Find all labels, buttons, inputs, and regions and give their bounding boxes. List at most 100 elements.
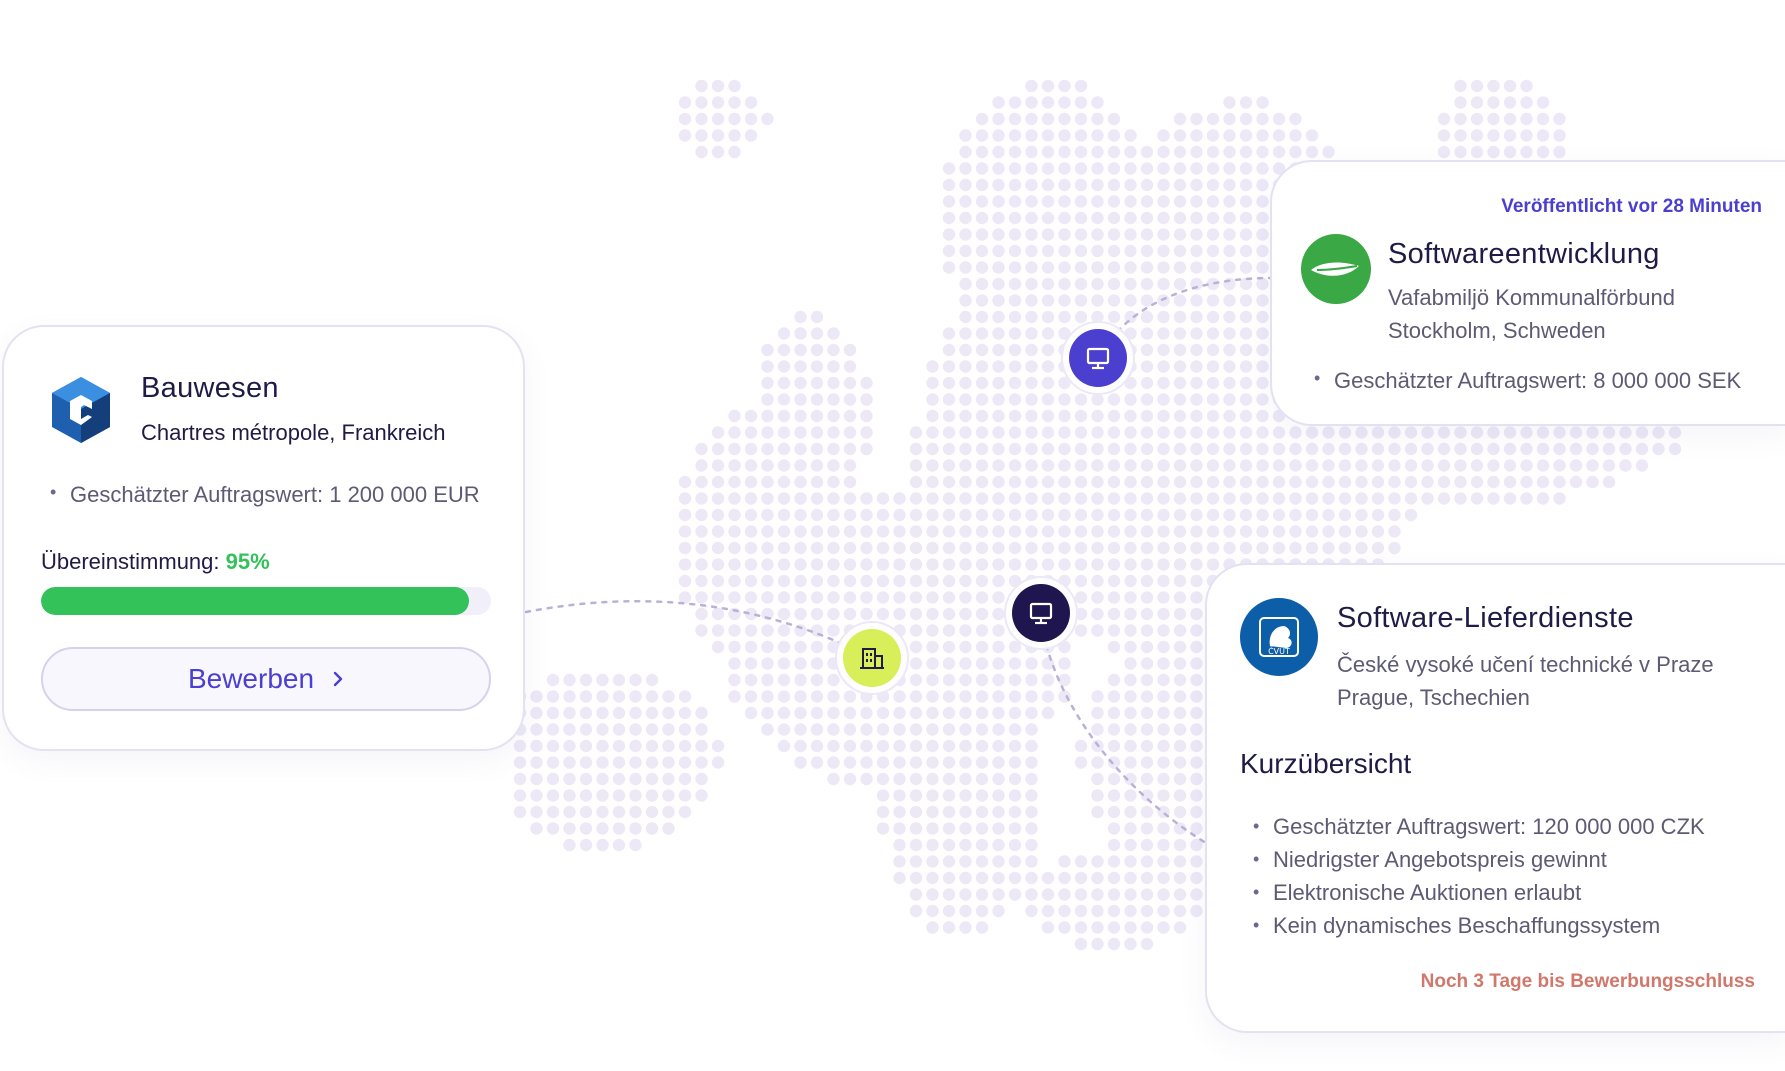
apply-button[interactable]: Bewerben [41,647,491,711]
map-dot [695,789,708,802]
tender-card-softwareentwicklung[interactable]: Veröffentlicht vor 28 Minuten Softwareen… [1270,160,1785,426]
map-dot [1107,706,1121,720]
map-dot [926,508,939,522]
map-dot [1025,888,1038,901]
map-dot [1008,723,1022,736]
tender-card-software-lieferdienste[interactable]: ČVUT Software-Lieferdienste České vysoké… [1205,563,1785,1033]
map-dot [909,525,923,538]
map-dot [1091,145,1104,159]
map-dot [1602,475,1616,489]
map-dot [959,772,972,786]
map-dot [1322,508,1335,522]
map-dot [1437,492,1451,505]
map-dot [1223,261,1236,274]
map-dot [860,591,873,604]
map-dot [1173,145,1187,159]
map-dot [909,888,923,901]
map-dot [1008,541,1022,555]
map-dot [1206,475,1220,489]
map-dot [876,558,890,571]
map-dot [1157,294,1170,307]
map-dot [942,426,956,439]
map-dot [992,277,1005,291]
map-dot [794,525,807,538]
map-dot [1239,244,1253,258]
map-dot [1470,129,1484,142]
map-dot [1157,673,1170,687]
tender-card-bauwesen[interactable]: Bauwesen Chartres métropole, Frankreich … [2,325,525,751]
map-dot [959,277,972,291]
map-dot [1239,409,1253,423]
map-dot [1173,591,1187,604]
map-dot [926,706,939,720]
map-dot [1173,360,1187,373]
map-dot [1058,195,1071,208]
map-dot [959,904,972,918]
map-dot [1206,508,1220,522]
map-pin-chartres[interactable] [835,621,909,695]
map-dot [975,112,989,126]
map-dot [1091,228,1104,241]
map-dot [1289,492,1302,505]
map-pin-prague[interactable] [1004,576,1078,650]
map-dot [1140,591,1154,604]
map-dot [1487,112,1500,126]
map-dot [860,706,873,720]
map-dot [1206,492,1220,505]
map-dot [1190,558,1203,571]
map-dot [1107,756,1121,769]
map-pin-stockholm[interactable] [1061,321,1135,395]
map-dot [942,888,956,901]
map-dot [1008,657,1022,670]
map-dot [942,838,956,852]
map-dot [1487,79,1500,93]
map-dot [629,723,642,736]
map-dot [1553,426,1566,439]
map-dot [975,195,989,208]
map-dot [975,376,989,390]
map-dot [975,805,989,819]
map-dot [1025,558,1038,571]
map-dot [1157,492,1170,505]
map-dot [711,79,725,93]
map-dot [975,723,989,736]
map-dot [1190,145,1203,159]
map-dot [1256,492,1269,505]
map-dot [1635,459,1649,472]
map-dot [1256,112,1269,126]
map-dot [1091,772,1104,786]
map-dot [777,327,791,340]
map-dot [1140,706,1154,720]
map-dot [1190,178,1203,192]
map-dot [1140,459,1154,472]
map-dot [761,706,774,720]
map-dot [1074,558,1088,571]
map-dot [1157,888,1170,901]
map-dot [909,739,923,753]
map-dot [1173,211,1187,225]
map-dot [1008,294,1022,307]
map-dot [1058,871,1071,885]
map-dot [761,624,774,637]
map-dot [1190,805,1203,819]
map-dot [1239,525,1253,538]
map-dot [1074,525,1088,538]
map-dot [563,706,576,720]
map-dot [1173,327,1187,340]
map-dot [1140,690,1154,703]
map-dot [777,657,791,670]
map-dot [1256,310,1269,324]
map-dot [1223,178,1236,192]
map-dot [794,558,807,571]
map-dot [959,129,972,142]
map-dot [975,838,989,852]
summary-heading: Kurzübersicht [1240,748,1412,779]
map-dot [1107,574,1121,588]
map-dot [1173,310,1187,324]
map-dot [959,525,972,538]
map-dot [1454,112,1467,126]
map-dot [1454,475,1467,489]
map-dot [1091,508,1104,522]
map-dot [1107,178,1121,192]
map-dot [992,624,1005,637]
